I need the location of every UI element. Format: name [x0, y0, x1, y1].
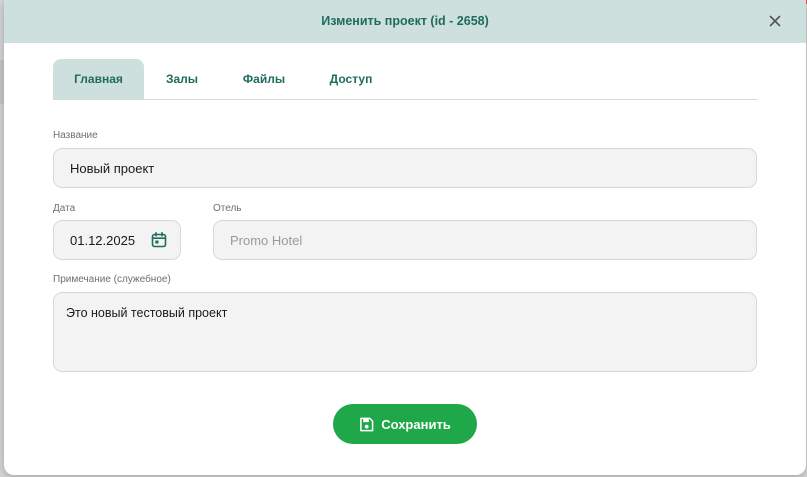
note-value: Это новый тестовый проект	[66, 306, 228, 320]
tab-halls[interactable]: Залы	[153, 59, 211, 99]
tab-files[interactable]: Файлы	[233, 59, 295, 99]
save-button[interactable]: Сохранить	[333, 404, 477, 444]
hotel-input[interactable]: Promo Hotel	[213, 220, 757, 260]
dialog-header: Изменить проект (id - 2658)	[4, 0, 806, 43]
date-input[interactable]: 01.12.2025	[53, 220, 181, 260]
tab-main[interactable]: Главная	[53, 59, 144, 99]
date-label: Дата	[53, 203, 76, 214]
date-value: 01.12.2025	[70, 232, 136, 248]
note-label: Примечание (служебное)	[53, 274, 171, 285]
project-name-value: Новый проект	[70, 160, 155, 176]
tab-bar: Главная Залы Файлы Доступ	[53, 59, 758, 100]
hotel-label: Отель	[213, 203, 242, 214]
floppy-disk-icon	[360, 417, 374, 431]
note-textarea[interactable]: Это новый тестовый проект	[53, 292, 757, 372]
tab-access[interactable]: Доступ	[320, 59, 382, 99]
hotel-placeholder: Promo Hotel	[230, 232, 303, 248]
name-label: Название	[53, 130, 98, 141]
close-icon[interactable]	[766, 12, 784, 30]
project-name-input[interactable]: Новый проект	[53, 148, 757, 188]
dialog-title: Изменить проект (id - 2658)	[321, 14, 489, 28]
edit-project-dialog: Изменить проект (id - 2658) Главная Залы…	[4, 0, 806, 475]
save-button-label: Сохранить	[381, 416, 451, 432]
calendar-icon[interactable]	[150, 231, 168, 249]
